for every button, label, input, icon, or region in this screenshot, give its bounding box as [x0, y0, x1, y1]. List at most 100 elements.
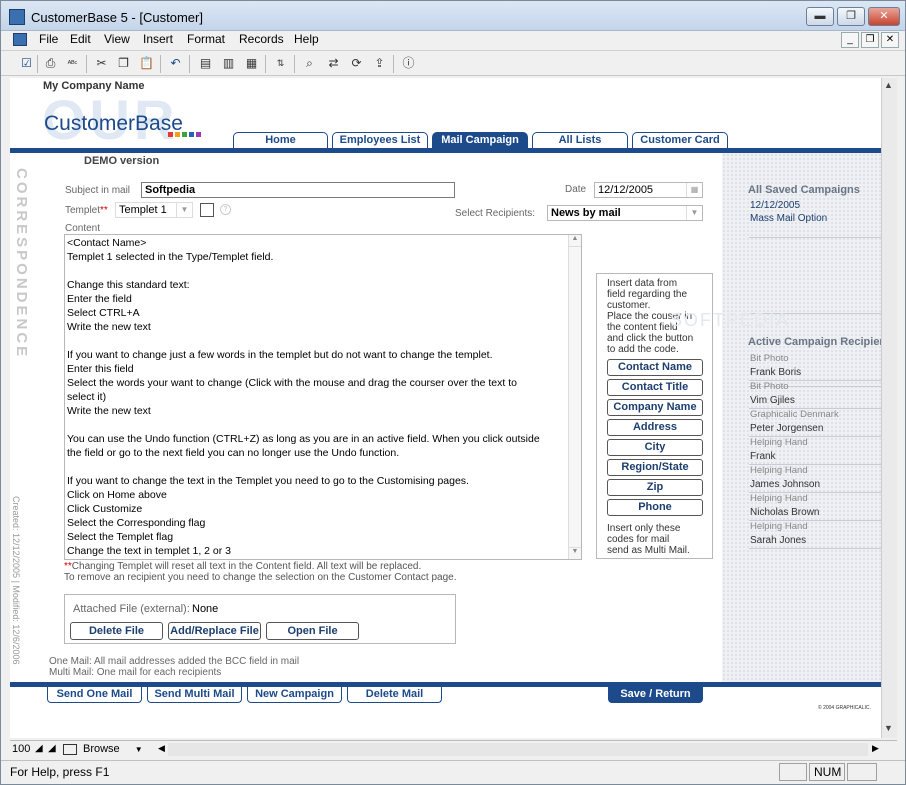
new-record-icon[interactable]: ▤ [197, 55, 214, 72]
tab-employees-list[interactable]: Employees List [332, 132, 428, 148]
connect-icon[interactable]: ⇄ [325, 55, 342, 72]
templet-checkbox[interactable] [200, 203, 214, 217]
open-file-button[interactable]: Open File [266, 622, 359, 640]
chevron-down-icon[interactable]: ▼ [135, 745, 143, 754]
recipient-name[interactable]: Frank Boris [750, 367, 801, 378]
insert-city-button[interactable]: City [607, 439, 703, 456]
layout-content: My Company Name OUR CustomerBase Home Em… [10, 78, 881, 738]
tab-all-lists[interactable]: All Lists [532, 132, 628, 148]
print-icon[interactable]: ⎙ [42, 55, 59, 72]
send-multi-mail-button[interactable]: Send Multi Mail [147, 687, 242, 703]
add-replace-file-button[interactable]: Add/Replace File [168, 622, 261, 640]
content-line: Change the text in templet 1, 2 or 3 [67, 545, 232, 557]
scroll-down-icon[interactable]: ▼ [569, 547, 581, 559]
zoom-in-icon[interactable]: ◢ [48, 743, 56, 754]
toolbar-separator [265, 55, 266, 73]
templet-select[interactable]: Templet 1 ▼ [115, 202, 193, 218]
insert-contact-name-button[interactable]: Contact Name [607, 359, 703, 376]
paste-icon[interactable]: 📋 [138, 55, 155, 72]
recipients-select[interactable]: News by mail ▼ [547, 205, 703, 221]
menu-view[interactable]: View [104, 32, 130, 46]
tab-mail-campaign[interactable]: Mail Campaign [432, 132, 528, 148]
check-icon[interactable]: ☑ [18, 55, 35, 72]
scroll-up-icon[interactable]: ▲ [884, 80, 893, 90]
delete-mail-button[interactable]: Delete Mail [347, 687, 442, 703]
insert-phone-button[interactable]: Phone [607, 499, 703, 516]
menu-help[interactable]: Help [294, 32, 319, 46]
spellcheck-icon[interactable]: ᴬᴮᶜ [64, 55, 81, 72]
tab-customer-card[interactable]: Customer Card [632, 132, 728, 148]
scroll-left-icon[interactable]: ◀ [158, 743, 165, 754]
insert-zip-button[interactable]: Zip [607, 479, 703, 496]
zoom-out-icon[interactable]: ◢ [35, 743, 43, 754]
maximize-button[interactable]: ❐ [837, 7, 865, 26]
find-icon[interactable]: ⌕ [301, 55, 318, 72]
insert-contact-title-button[interactable]: Contact Title [607, 379, 703, 396]
document-icon[interactable] [13, 33, 27, 46]
sync-icon[interactable]: ⟳ [348, 55, 365, 72]
chevron-down-icon[interactable]: ▼ [686, 206, 702, 220]
zoom-level[interactable]: 100 [12, 743, 30, 755]
scroll-down-icon[interactable]: ▼ [884, 723, 893, 733]
close-button[interactable]: ✕ [868, 7, 900, 26]
divider [749, 548, 881, 549]
mdi-restore-button[interactable]: ❐ [861, 32, 879, 48]
horizontal-scroll-track[interactable] [168, 743, 868, 756]
send-one-mail-button[interactable]: Send One Mail [47, 687, 142, 703]
insert-address-button[interactable]: Address [607, 419, 703, 436]
recipient-name[interactable]: Vim Gjiles [750, 395, 795, 406]
recipient-company: Graphicalic Denmark [750, 409, 839, 420]
vertical-scrollbar[interactable]: ▲ ▼ [881, 78, 897, 738]
minimize-button[interactable]: ▬ [806, 7, 834, 26]
menu-insert[interactable]: Insert [143, 32, 173, 46]
menu-file[interactable]: File [39, 32, 58, 46]
mdi-close-button[interactable]: ✕ [881, 32, 899, 48]
export-icon[interactable]: ⇪ [371, 55, 388, 72]
content-line: the field or go to the next field you ca… [67, 447, 400, 459]
toolbar-separator [294, 55, 295, 73]
menu-edit[interactable]: Edit [70, 32, 91, 46]
scroll-right-icon[interactable]: ▶ [872, 743, 879, 754]
toolbar: ☑ ⎙ ᴬᴮᶜ ✂ ❐ 📋 ↶ ▤ ▥ ▦ ⇅ ⌕ ⇄ ⟳ ⇪ ⓘ [1, 50, 905, 76]
info-icon[interactable]: ⓘ [400, 55, 417, 72]
saved-campaign-name[interactable]: Mass Mail Option [750, 213, 827, 224]
content-scrollbar[interactable]: ▲ ▼ [568, 235, 581, 559]
menu-records[interactable]: Records [239, 32, 284, 46]
saved-campaign-date[interactable]: 12/12/2005 [750, 200, 800, 211]
cut-icon[interactable]: ✂ [93, 55, 110, 72]
recipient-name[interactable]: James Johnson [750, 479, 820, 490]
recipient-name[interactable]: Sarah Jones [750, 535, 806, 546]
mdi-minimize-button[interactable]: _ [841, 32, 859, 48]
insert-company-name-button[interactable]: Company Name [607, 399, 703, 416]
app-icon [9, 9, 25, 25]
toolbar-separator [37, 55, 38, 73]
content-line: select it) [67, 391, 107, 403]
recipient-name[interactable]: Peter Jorgensen [750, 423, 823, 434]
date-field[interactable]: 12/12/2005 ▦ [594, 182, 703, 198]
scroll-up-icon[interactable]: ▲ [569, 235, 581, 247]
delete-file-button[interactable]: Delete File [70, 622, 163, 640]
active-recipients-title: Active Campaign Recipients [748, 336, 881, 348]
insert-region-state-button[interactable]: Region/State [607, 459, 703, 476]
delete-record-icon[interactable]: ▦ [243, 55, 260, 72]
content-textarea[interactable]: <Contact Name> Templet 1 selected in the … [64, 234, 582, 560]
sort-icon[interactable]: ⇅ [272, 55, 289, 72]
new-campaign-button[interactable]: New Campaign [247, 687, 342, 703]
save-return-button[interactable]: Save / Return [608, 687, 703, 703]
undo-icon[interactable]: ↶ [167, 55, 184, 72]
calendar-icon[interactable]: ▦ [686, 183, 702, 197]
chevron-down-icon[interactable]: ▼ [176, 203, 192, 217]
toolbar-separator [160, 55, 161, 73]
recipient-name[interactable]: Frank [750, 451, 776, 462]
help-icon[interactable]: ? [220, 204, 231, 215]
recipient-company: Helping Hand [750, 465, 808, 476]
subject-input[interactable]: Softpedia [141, 182, 455, 198]
duplicate-icon[interactable]: ▥ [220, 55, 237, 72]
mode-select[interactable]: Browse ▼ [83, 743, 143, 755]
status-area-icon[interactable] [63, 744, 77, 755]
menu-bar: File Edit View Insert Format Records Hel… [1, 31, 905, 49]
copy-icon[interactable]: ❐ [115, 55, 132, 72]
tab-home[interactable]: Home [233, 132, 328, 148]
menu-format[interactable]: Format [187, 32, 225, 46]
recipient-name[interactable]: Nicholas Brown [750, 507, 819, 518]
